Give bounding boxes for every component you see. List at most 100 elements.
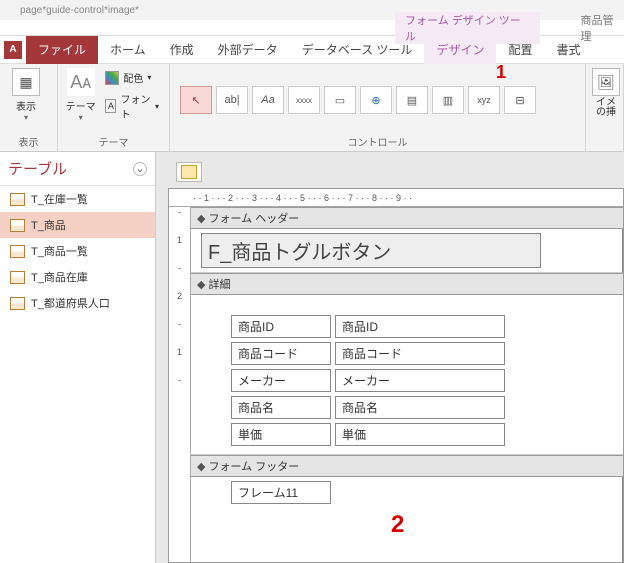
form-icon — [181, 165, 197, 179]
annotation-1: 1 — [496, 62, 506, 83]
dropdown-icon: ▾ — [24, 113, 28, 122]
grid-icon: ▦ — [12, 68, 40, 96]
table-icon — [10, 297, 25, 310]
tab-database-tools[interactable]: データベース ツール — [290, 36, 425, 64]
combo-icon: xyz — [477, 95, 491, 105]
nav-item-t-shohin[interactable]: T_商品 — [0, 212, 155, 238]
table-icon — [10, 219, 25, 232]
globe-icon: ⊕ — [371, 94, 380, 107]
control-pagebreak[interactable]: ⊟ — [504, 86, 536, 114]
nav-item-label: T_商品一覧 — [31, 243, 88, 259]
bullet-icon: ◆ — [197, 212, 205, 225]
field-input[interactable]: メーカー — [335, 369, 505, 392]
tab-icon: ▭ — [335, 94, 345, 107]
section-detail-content[interactable]: 商品ID商品ID 商品コード商品コード メーカーメーカー 商品名商品名 単価単価 — [191, 295, 623, 455]
annotation-2: 2 — [391, 511, 404, 539]
view-label: 表示 — [16, 98, 36, 113]
control-label[interactable]: Aa — [252, 86, 284, 114]
table-icon — [10, 271, 25, 284]
field-input[interactable]: 商品名 — [335, 396, 505, 419]
tab-format[interactable]: 書式 — [544, 36, 592, 64]
colors-button[interactable]: 配色▾ — [101, 68, 163, 87]
field-label[interactable]: メーカー — [231, 369, 331, 392]
view-group-label: 表示 — [6, 132, 51, 149]
field-row-name: 商品名商品名 — [231, 396, 613, 419]
field-label[interactable]: 単価 — [231, 423, 331, 446]
fonts-button[interactable]: Aフォント▾ — [101, 89, 163, 123]
themes-button[interactable]: Aᴀ テーマ ▾ — [64, 68, 97, 122]
form-title[interactable]: F_商品トグルボタン — [201, 233, 541, 268]
bullet-icon: ◆ — [197, 460, 205, 473]
control-tab[interactable]: ▭ — [324, 86, 356, 114]
section-header-content[interactable]: F_商品トグルボタン — [191, 229, 623, 273]
field-label[interactable]: 商品名 — [231, 396, 331, 419]
field-input[interactable]: 商品コード — [335, 342, 505, 365]
nav-item-label: T_都道府県人口 — [31, 295, 110, 311]
field-label[interactable]: 商品ID — [231, 315, 331, 338]
field-input[interactable]: 商品ID — [335, 315, 505, 338]
cursor-icon: ↖ — [191, 94, 200, 107]
controls-group-label: コントロール — [176, 132, 579, 149]
field-row-code: 商品コード商品コード — [231, 342, 613, 365]
tab-arrange[interactable]: 配置 — [496, 36, 544, 64]
nav-item-label: T_在庫一覧 — [31, 191, 88, 207]
view-button[interactable]: ▦ 表示 ▾ — [6, 68, 46, 122]
control-combobox[interactable]: xyz — [468, 86, 500, 114]
field-input[interactable]: 単価 — [335, 423, 505, 446]
form-sections: ◆フォーム ヘッダー F_商品トグルボタン ◆詳細 商品ID商品ID 商品コード… — [191, 207, 623, 562]
tab-design[interactable]: デザイン — [424, 36, 496, 64]
ribbon-tabs: A ファイル ホーム 作成 外部データ データベース ツール デザイン 配置 書… — [0, 36, 624, 64]
field-label[interactable]: 商品コード — [231, 342, 331, 365]
form-design-area: · · 1 · · · 2 · · · 3 · · · 4 · · · 5 · … — [156, 152, 624, 563]
chevron-down-icon[interactable]: ⌄ — [133, 162, 147, 176]
control-button[interactable]: xxxx — [288, 86, 320, 114]
tab-home[interactable]: ホーム — [98, 36, 158, 64]
control-navigation[interactable]: ▤ — [396, 86, 428, 114]
insert-image-button[interactable]: 🖼 イメ の挿 — [592, 68, 620, 118]
option-frame[interactable]: フレーム11 — [231, 481, 331, 504]
button-icon: xxxx — [296, 96, 312, 105]
control-optiongroup[interactable]: ▥ — [432, 86, 464, 114]
colors-label: 配色 — [123, 70, 143, 85]
section-footer-label: フォーム フッター — [208, 458, 299, 474]
group-image: 🖼 イメ の挿 — [586, 64, 624, 151]
group-themes: Aᴀ テーマ ▾ 配色▾ Aフォント▾ テーマ — [58, 64, 170, 151]
tab-external-data[interactable]: 外部データ — [206, 36, 290, 64]
theme-group-label: テーマ — [64, 132, 163, 149]
nav-item-t-shohin-ichiran[interactable]: T_商品一覧 — [0, 238, 155, 264]
field-row-id: 商品ID商品ID — [231, 315, 613, 338]
form-document-tab[interactable] — [176, 162, 202, 182]
ribbon: ▦ 表示 ▾ 表示 Aᴀ テーマ ▾ 配色▾ Aフォント▾ テーマ ↖ ab| … — [0, 64, 624, 152]
tab-file[interactable]: ファイル — [26, 36, 98, 64]
nav-list: T_在庫一覧 T_商品 T_商品一覧 T_商品在庫 T_都道府県人口 — [0, 186, 155, 563]
nav-icon: ▤ — [407, 94, 417, 107]
section-bar-detail[interactable]: ◆詳細 — [191, 273, 623, 295]
field-row-maker: メーカーメーカー — [231, 369, 613, 392]
dropdown-icon: ▾ — [79, 113, 83, 122]
control-textbox[interactable]: ab| — [216, 86, 248, 114]
nav-item-t-todofuken[interactable]: T_都道府県人口 — [0, 290, 155, 316]
navigation-pane: テーブル ⌄ T_在庫一覧 T_商品 T_商品一覧 T_商品在庫 T_都道府県人… — [0, 152, 156, 563]
theme-icon: Aᴀ — [67, 68, 95, 96]
section-bar-footer[interactable]: ◆フォーム フッター — [191, 455, 623, 477]
control-hyperlink[interactable]: ⊕ — [360, 86, 392, 114]
control-select[interactable]: ↖ — [180, 86, 212, 114]
label-icon: Aa — [261, 94, 274, 106]
contextual-tab-row: フォーム デザイン ツール 商品管理 — [0, 20, 624, 36]
nav-header-title: テーブル — [8, 158, 67, 179]
access-app-icon: A — [4, 41, 22, 59]
nav-item-t-shohin-zaiko[interactable]: T_商品在庫 — [0, 264, 155, 290]
field-row-price: 単価単価 — [231, 423, 613, 446]
group-controls: ↖ ab| Aa xxxx ▭ ⊕ ▤ ▥ xyz ⊟ コントロール 1 — [170, 64, 586, 151]
section-header-label: フォーム ヘッダー — [208, 210, 299, 226]
font-icon: A — [105, 99, 116, 113]
nav-item-t-zaiko[interactable]: T_在庫一覧 — [0, 186, 155, 212]
table-icon — [10, 245, 25, 258]
section-footer-content[interactable]: フレーム11 2 — [191, 477, 623, 562]
tab-create[interactable]: 作成 — [158, 36, 206, 64]
group-view: ▦ 表示 ▾ 表示 — [0, 64, 58, 151]
nav-item-label: T_商品 — [31, 217, 66, 233]
section-bar-header[interactable]: ◆フォーム ヘッダー — [191, 207, 623, 229]
nav-header[interactable]: テーブル ⌄ — [0, 152, 155, 186]
color-swatch-icon — [105, 71, 119, 85]
